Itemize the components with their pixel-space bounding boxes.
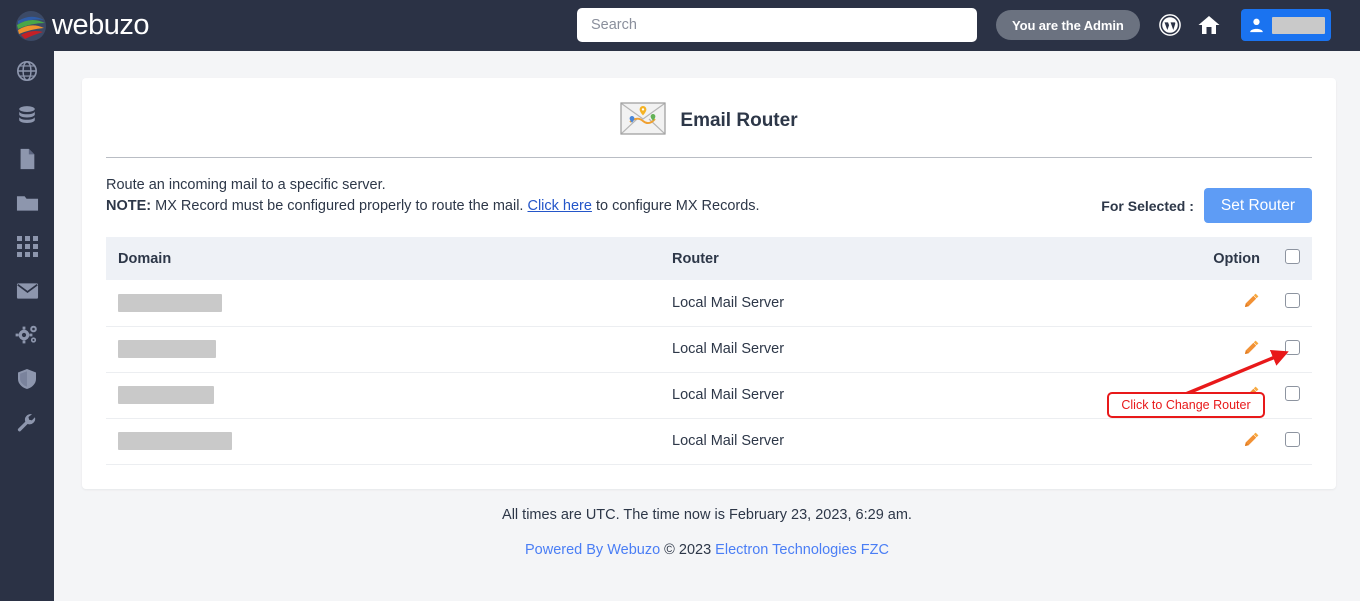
title-divider [106, 157, 1312, 158]
cell-option [1201, 418, 1272, 465]
webuzo-globe-logo-icon [14, 9, 48, 43]
sidebar-item-settings[interactable] [0, 315, 54, 359]
shield-icon [17, 368, 37, 395]
pencil-icon[interactable] [1243, 292, 1260, 313]
row-checkbox[interactable] [1284, 293, 1300, 309]
file-icon [17, 148, 37, 175]
mx-records-link[interactable]: Click here [527, 198, 591, 214]
cell-domain [106, 326, 661, 373]
wordpress-icon[interactable] [1156, 11, 1184, 39]
table-header-row: Domain Router Option [106, 237, 1312, 280]
folder-icon [16, 193, 39, 218]
user-icon [1250, 18, 1263, 33]
email-route-icon [620, 102, 666, 140]
email-router-card: Email Router Route an incoming mail to a… [82, 78, 1336, 489]
sidebar-item-security[interactable] [0, 359, 54, 403]
page-description: Route an incoming mail to a specific ser… [106, 175, 760, 217]
sidebar-item-folder[interactable] [0, 183, 54, 227]
cell-domain [106, 372, 661, 419]
globe-icon [16, 60, 38, 87]
email-router-table: Domain Router Option Local Mail Server L… [106, 237, 1312, 465]
page-title: Email Router [82, 78, 1336, 140]
column-header-domain: Domain [106, 237, 661, 280]
note-line: NOTE: MX Record must be configured prope… [106, 196, 760, 217]
annotation-callout: Click to Change Router [1107, 392, 1265, 418]
cell-checkbox [1272, 418, 1312, 465]
for-selected-label: For Selected : [1101, 197, 1194, 214]
powered-by-webuzo-link[interactable]: Powered By Webuzo [525, 542, 660, 558]
table-body: Local Mail Server Local Mail Server Loca… [106, 280, 1312, 465]
table-row: Local Mail Server [106, 280, 1312, 327]
note-label: NOTE: [106, 198, 152, 214]
page-title-label: Email Router [680, 110, 798, 131]
pencil-icon[interactable] [1243, 431, 1260, 452]
admin-status-badge: You are the Admin [996, 10, 1140, 40]
user-account-button[interactable] [1241, 9, 1331, 41]
left-sidebar [0, 51, 54, 601]
username-redacted [1271, 16, 1325, 34]
home-icon[interactable] [1195, 11, 1223, 39]
column-header-option: Option [1201, 237, 1272, 280]
page-footer: All times are UTC. The time now is Febru… [54, 507, 1360, 558]
cell-checkbox [1272, 280, 1312, 327]
cell-domain [106, 280, 661, 327]
for-selected-group: For Selected : Set Router [1101, 188, 1312, 223]
sidebar-item-mail[interactable] [0, 271, 54, 315]
domain-redacted [118, 386, 214, 404]
electron-technologies-link[interactable]: Electron Technologies FZC [715, 542, 889, 558]
sidebar-item-globe[interactable] [0, 51, 54, 95]
column-header-router: Router [660, 237, 1202, 280]
wrench-icon [16, 412, 38, 439]
brand-logo[interactable]: webuzo [14, 9, 149, 43]
note-text-before: MX Record must be configured properly to… [151, 198, 528, 214]
footer-credits: Powered By Webuzo © 2023 Electron Techno… [54, 542, 1360, 558]
sidebar-item-database[interactable] [0, 95, 54, 139]
set-router-button[interactable]: Set Router [1203, 188, 1312, 223]
table-row: Local Mail Server [106, 326, 1312, 373]
top-header-bar: webuzo You are the Admin [0, 0, 1360, 51]
gears-icon [15, 324, 39, 351]
database-icon [16, 104, 38, 131]
cell-router: Local Mail Server [660, 326, 1202, 373]
table-row: Local Mail Server [106, 418, 1312, 465]
search-input[interactable] [577, 8, 977, 42]
envelope-icon [16, 282, 39, 305]
sidebar-item-tools[interactable] [0, 403, 54, 447]
cell-domain [106, 418, 661, 465]
domain-redacted [118, 340, 216, 358]
row-checkbox[interactable] [1284, 431, 1300, 447]
cell-router: Local Mail Server [660, 418, 1202, 465]
brand-name: webuzo [52, 9, 149, 41]
sidebar-item-file[interactable] [0, 139, 54, 183]
sidebar-item-apps[interactable] [0, 227, 54, 271]
page-content: Email Router Route an incoming mail to a… [54, 51, 1360, 601]
footer-copyright: © 2023 [660, 542, 716, 558]
grid-apps-icon [16, 236, 38, 262]
table-header: Domain Router Option [106, 237, 1312, 280]
select-all-checkbox[interactable] [1284, 249, 1300, 264]
domain-redacted [118, 432, 232, 450]
cell-router: Local Mail Server [660, 280, 1202, 327]
cell-option [1201, 280, 1272, 327]
note-text-after: to configure MX Records. [591, 198, 760, 214]
description-line: Route an incoming mail to a specific ser… [106, 177, 386, 193]
select-all-cell [1272, 237, 1312, 280]
domain-redacted [118, 293, 222, 312]
footer-time: All times are UTC. The time now is Febru… [502, 507, 912, 523]
